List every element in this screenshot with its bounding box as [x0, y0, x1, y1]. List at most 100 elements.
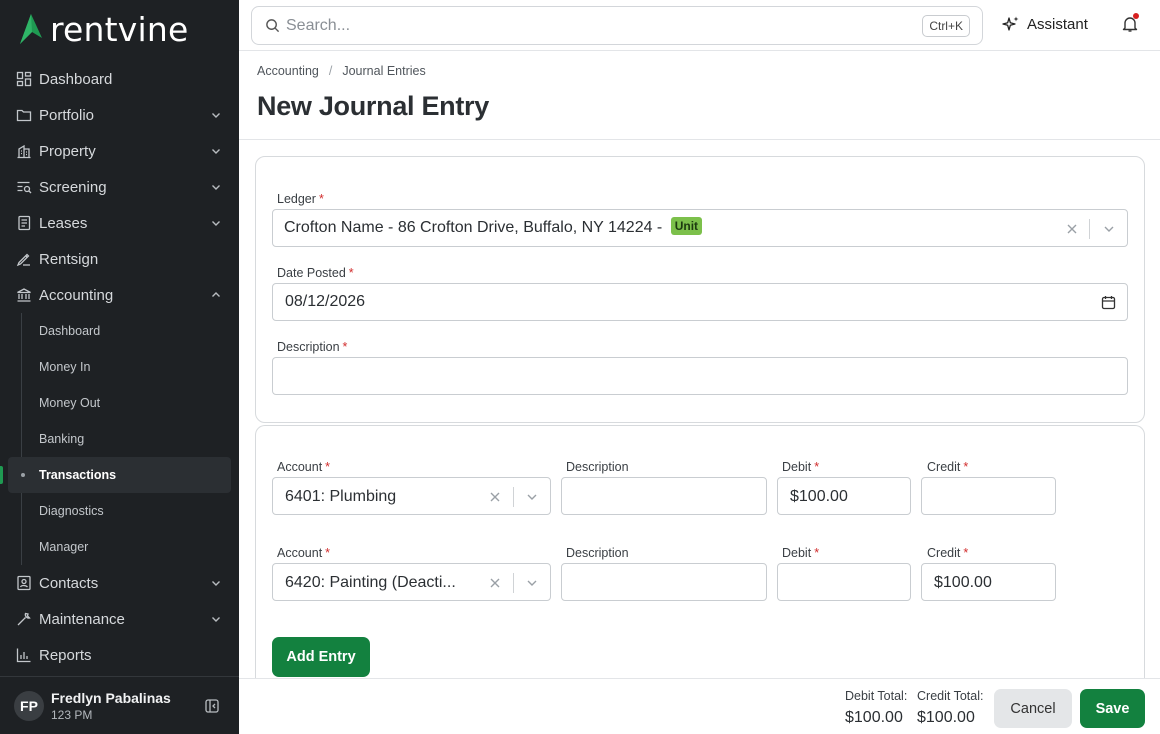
chevron-down-icon [212, 113, 220, 118]
collapse-sidebar-icon[interactable] [205, 699, 219, 713]
user-org: 123 PM [51, 707, 93, 722]
chevron-down-icon[interactable] [1103, 223, 1115, 235]
credit-total-label: Credit Total: [917, 689, 984, 703]
ledger-value: Crofton Name - 86 Crofton Drive, Buffalo… [284, 217, 703, 237]
breadcrumb-accounting[interactable]: Accounting [257, 64, 319, 78]
credit-label: Credit * [927, 460, 969, 474]
chevron-down-icon [212, 149, 220, 154]
accounting-submenu: Dashboard Money In Money Out Banking Tra… [0, 313, 239, 565]
sidebar-item-label: Reports [39, 646, 92, 664]
rentvine-leaf-icon [20, 13, 42, 44]
line-description-input[interactable] [561, 477, 767, 515]
account-select[interactable]: 6420: Painting (Deacti... [272, 563, 551, 601]
subitem-label: Manager [39, 540, 89, 554]
screening-icon [16, 179, 32, 195]
sidebar-item-label: Dashboard [39, 70, 113, 88]
dashboard-icon [16, 71, 32, 87]
clear-icon[interactable] [489, 491, 501, 503]
main-nav: Dashboard Portfolio Property Screening L… [0, 61, 239, 673]
breadcrumb-separator: / [328, 64, 333, 78]
calendar-icon[interactable] [1101, 295, 1116, 310]
select-divider [513, 573, 514, 593]
sidebar-subitem-money-out[interactable]: Money Out [0, 385, 239, 421]
sidebar-item-portfolio[interactable]: Portfolio [0, 97, 239, 133]
assistant-button[interactable]: Assistant [1002, 15, 1088, 33]
document-icon [16, 215, 32, 231]
chevron-down-icon [212, 617, 220, 622]
chevron-down-icon[interactable] [526, 491, 538, 503]
sidebar-subitem-diagnostics[interactable]: Diagnostics [0, 493, 239, 529]
user-profile[interactable]: FP Fredlyn Pabalinas 123 PM [0, 676, 239, 734]
debit-label: Debit * [782, 460, 820, 474]
sidebar-item-leases[interactable]: Leases [0, 205, 239, 241]
cancel-button[interactable]: Cancel [994, 689, 1072, 728]
sidebar-item-label: Property [39, 142, 96, 160]
unit-badge: Unit [670, 217, 703, 235]
credit-value: $100.00 [934, 574, 992, 591]
contacts-icon [16, 575, 32, 591]
chevron-down-icon [212, 185, 220, 190]
sidebar-item-accounting[interactable]: Accounting [0, 277, 239, 313]
active-indicator [0, 466, 3, 484]
notifications-button[interactable] [1121, 13, 1139, 33]
sidebar-item-rentsign[interactable]: Rentsign [0, 241, 239, 277]
add-entry-button[interactable]: Add Entry [272, 637, 370, 677]
sidebar: rentvine Dashboard Portfolio Property Sc… [0, 0, 239, 734]
journal-entry-lines-card [255, 425, 1145, 685]
assistant-label: Assistant [1027, 15, 1088, 33]
sparkle-icon [1002, 16, 1019, 31]
sidebar-item-maintenance[interactable]: Maintenance [0, 601, 239, 637]
sidebar-subitem-manager[interactable]: Manager [0, 529, 239, 565]
sidebar-item-contacts[interactable]: Contacts [0, 565, 239, 601]
rentvine-logo[interactable]: rentvine [18, 10, 189, 49]
credit-label: Credit * [927, 546, 969, 560]
debit-total-value: $100.00 [845, 709, 903, 726]
ledger-select[interactable]: Crofton Name - 86 Crofton Drive, Buffalo… [272, 209, 1128, 247]
date-posted-label: Date Posted * [277, 266, 354, 280]
sidebar-item-label: Accounting [39, 286, 114, 304]
sidebar-item-label: Screening [39, 178, 107, 196]
search-box[interactable]: Ctrl+K [251, 6, 983, 45]
debit-input[interactable]: $100.00 [777, 477, 911, 515]
credit-input[interactable] [921, 477, 1056, 515]
sidebar-item-label: Contacts [39, 574, 99, 592]
account-select[interactable]: 6401: Plumbing [272, 477, 551, 515]
sidebar-item-property[interactable]: Property [0, 133, 239, 169]
form-footer: Debit Total: $100.00 Credit Total: $100.… [239, 678, 1160, 734]
debit-label: Debit * [782, 546, 820, 560]
header-divider [239, 139, 1160, 140]
description-input[interactable] [272, 357, 1128, 395]
page-title: New Journal Entry [257, 91, 489, 121]
sidebar-subitem-banking[interactable]: Banking [0, 421, 239, 457]
brand-name: rentvine [50, 10, 189, 49]
subitem-label: Dashboard [39, 324, 101, 338]
clear-icon[interactable] [489, 577, 501, 589]
date-posted-input[interactable]: 08/12/2026 [272, 283, 1128, 321]
credit-input[interactable]: $100.00 [921, 563, 1056, 601]
account-label: Account * [277, 546, 331, 560]
account-label: Account * [277, 460, 331, 474]
sidebar-subitem-money-in[interactable]: Money In [0, 349, 239, 385]
bank-icon [16, 287, 32, 303]
active-dot [21, 473, 25, 477]
clear-icon[interactable] [1066, 223, 1078, 235]
sidebar-subitem-transactions[interactable]: Transactions [0, 457, 231, 493]
breadcrumb: Accounting / Journal Entries [257, 64, 426, 78]
debit-input[interactable] [777, 563, 911, 601]
chart-icon [16, 647, 32, 663]
sidebar-subitem-dashboard[interactable]: Dashboard [0, 313, 239, 349]
chevron-down-icon[interactable] [526, 577, 538, 589]
wrench-icon [16, 611, 32, 627]
sidebar-item-screening[interactable]: Screening [0, 169, 239, 205]
sidebar-item-dashboard[interactable]: Dashboard [0, 61, 239, 97]
date-posted-value: 08/12/2026 [285, 293, 366, 310]
avatar: FP [14, 690, 44, 721]
notification-dot [1133, 13, 1139, 19]
subitem-label: Transactions [39, 468, 117, 482]
search-input[interactable] [286, 16, 886, 35]
sidebar-item-reports[interactable]: Reports [0, 637, 239, 673]
save-button[interactable]: Save [1080, 689, 1145, 728]
line-description-input[interactable] [561, 563, 767, 601]
breadcrumb-journal-entries[interactable]: Journal Entries [342, 64, 425, 78]
sidebar-item-label: Maintenance [39, 610, 125, 628]
